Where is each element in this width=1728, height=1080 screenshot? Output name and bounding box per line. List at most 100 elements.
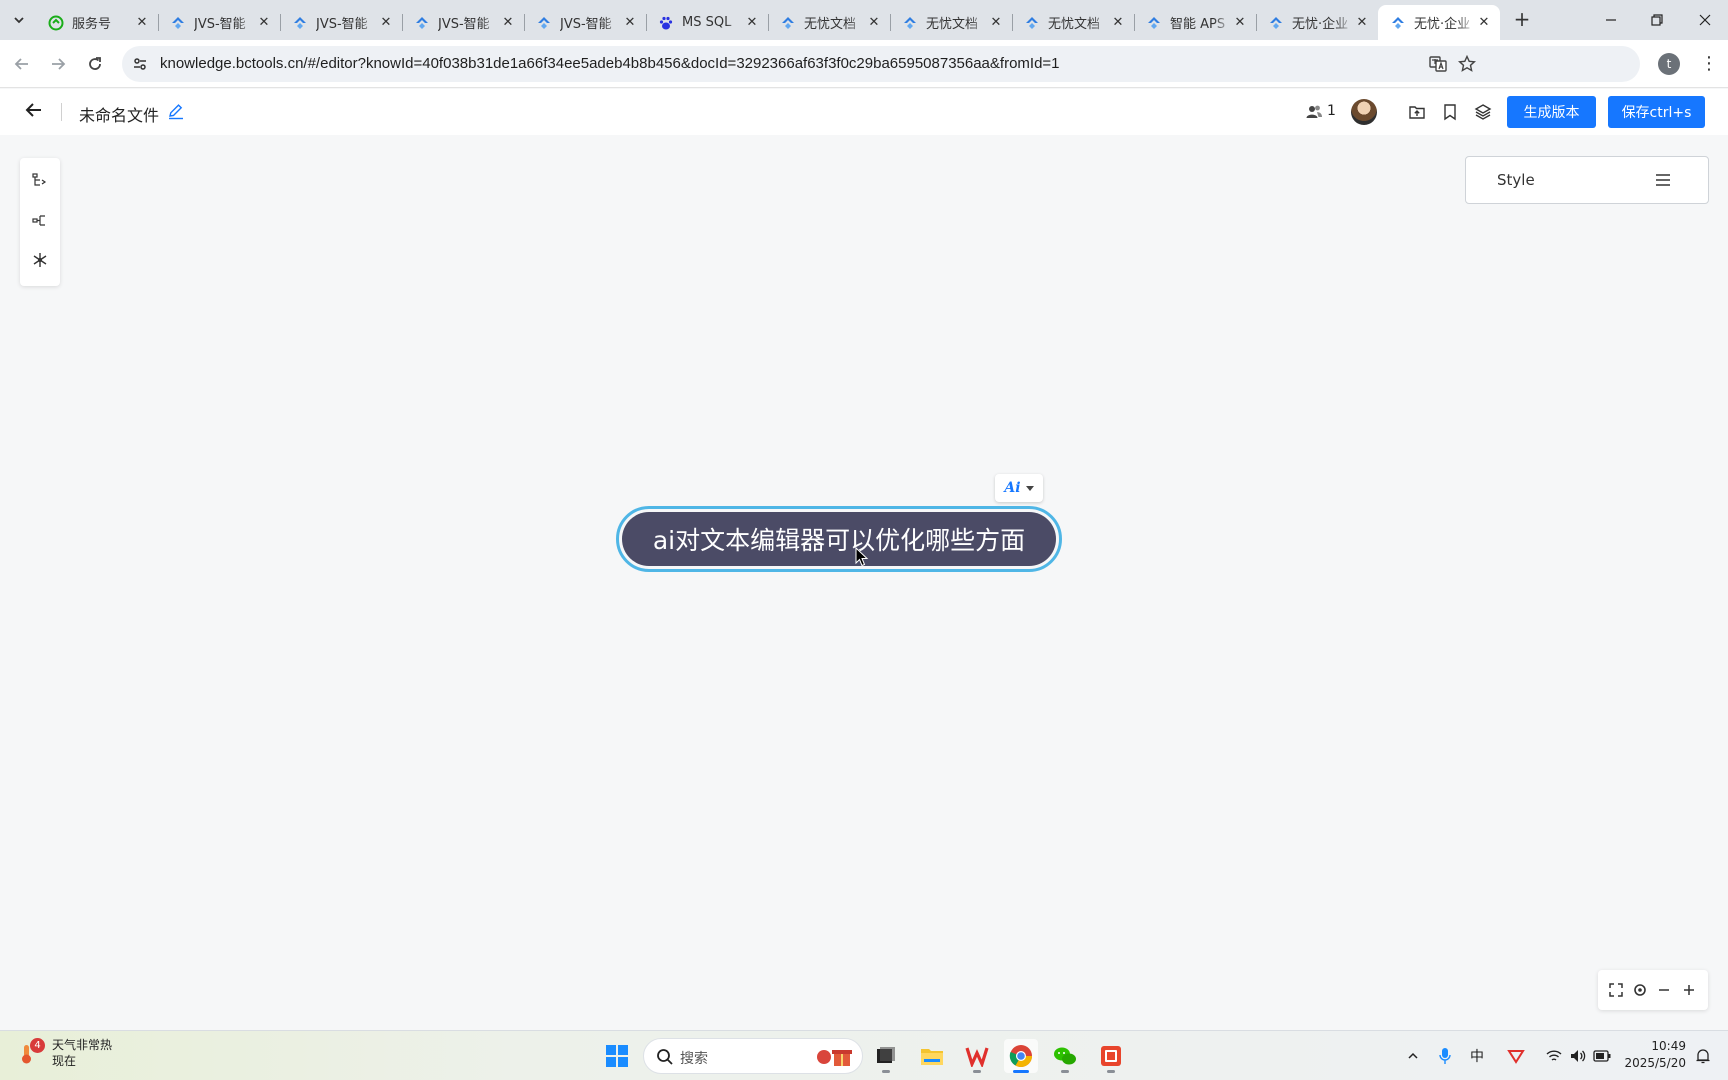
task-view-app-icon[interactable] [869, 1039, 903, 1073]
file-explorer-icon[interactable] [915, 1039, 949, 1073]
close-window-button[interactable] [1682, 0, 1728, 40]
bookmark-icon[interactable] [1439, 101, 1461, 123]
close-tab-icon[interactable]: ✕ [378, 15, 394, 31]
ai-assist-button[interactable]: Ai [995, 474, 1043, 502]
browser-tab[interactable]: 智能 APS ✕ [1134, 5, 1256, 40]
zoom-in-icon[interactable] [1679, 980, 1699, 1000]
document-title: 未命名文件 [79, 106, 160, 125]
browser-tab[interactable]: 无忧文档 ✕ [1012, 5, 1134, 40]
site-info-icon[interactable] [130, 54, 150, 74]
edit-title-pencil-icon[interactable] [167, 102, 185, 120]
url-text: knowledge.bctools.cn/#/editor?knowId=40f… [160, 55, 1060, 72]
root-topic-node[interactable]: ai对文本编辑器可以优化哪些方面 [616, 506, 1062, 572]
tab-title: 无忧·企业 [1292, 17, 1349, 32]
search-icon [657, 1049, 673, 1065]
close-tab-icon[interactable]: ✕ [1476, 15, 1492, 31]
reload-icon[interactable] [83, 52, 107, 76]
thermometer-icon: 4 [18, 1038, 45, 1066]
collaborators-icon[interactable] [1303, 101, 1325, 123]
baidu-paw-icon [658, 15, 674, 31]
wifi-icon[interactable] [1543, 1045, 1565, 1067]
close-tab-icon[interactable]: ✕ [1110, 15, 1126, 31]
collaborators-count: 1 [1327, 103, 1336, 119]
radial-structure-icon[interactable] [28, 248, 52, 272]
close-tab-icon[interactable]: ✕ [1354, 15, 1370, 31]
windows-taskbar: 4 天气非常热 现在 搜索 中 10:49 2025/5/20 [0, 1030, 1728, 1080]
show-hidden-icons-chevron-icon[interactable] [1402, 1045, 1424, 1067]
tab-title: 无忧文档 [1048, 17, 1101, 32]
volume-icon[interactable] [1567, 1045, 1589, 1067]
back-arrow-icon[interactable] [10, 52, 34, 76]
layout-toolbar [20, 158, 60, 286]
jvs-icon [536, 15, 552, 31]
taskbar-search-label: 搜索 [680, 1051, 708, 1067]
browser-tab[interactable]: MS SQL ✕ [646, 5, 768, 40]
browser-tab[interactable]: 无忧·企业 ✕ [1256, 5, 1378, 40]
style-panel[interactable]: Style [1465, 156, 1709, 204]
jvs-icon [1390, 15, 1406, 31]
close-tab-icon[interactable]: ✕ [256, 15, 272, 31]
close-tab-icon[interactable]: ✕ [500, 15, 516, 31]
root-topic-text[interactable]: ai对文本编辑器可以优化哪些方面 [622, 512, 1056, 566]
address-bar[interactable]: knowledge.bctools.cn/#/editor?knowId=40f… [122, 46, 1640, 82]
generate-version-button[interactable]: 生成版本 [1507, 96, 1596, 128]
wechat-icon[interactable] [1048, 1039, 1082, 1073]
battery-icon[interactable] [1591, 1045, 1613, 1067]
browser-tab[interactable]: 无忧·企业 ✕ [1378, 5, 1500, 40]
zoom-controls [1598, 970, 1708, 1010]
close-tab-icon[interactable]: ✕ [1232, 15, 1248, 31]
tab-title: MS SQL [682, 15, 732, 30]
browser-tab[interactable]: JVS-智能 ✕ [158, 5, 280, 40]
user-avatar[interactable] [1351, 99, 1377, 125]
system-clock[interactable]: 10:49 2025/5/20 [1616, 1038, 1686, 1072]
weather-widget[interactable]: 4 天气非常热 现在 [18, 1037, 112, 1069]
microphone-icon[interactable] [1434, 1045, 1456, 1067]
layers-icon[interactable] [1472, 101, 1494, 123]
antivirus-tray-icon[interactable] [1505, 1045, 1527, 1067]
logic-structure-icon[interactable] [28, 168, 52, 192]
browser-tab[interactable]: JVS-智能 ✕ [524, 5, 646, 40]
new-tab-button[interactable]: + [1510, 8, 1534, 32]
close-tab-icon[interactable]: ✕ [134, 15, 150, 31]
gift-banner-icon [817, 1050, 852, 1066]
notification-bell-icon[interactable] [1692, 1045, 1714, 1067]
wps-office-icon[interactable] [960, 1039, 994, 1073]
jvs-icon [780, 15, 796, 31]
red-app-icon[interactable] [1094, 1039, 1128, 1073]
browser-tab[interactable]: JVS-智能 ✕ [402, 5, 524, 40]
wechat-green-icon [48, 15, 64, 31]
browser-tab[interactable]: 无忧文档 ✕ [768, 5, 890, 40]
style-panel-label: Style [1497, 171, 1535, 189]
bookmark-star-icon[interactable] [1457, 54, 1477, 74]
browser-tab[interactable]: 无忧文档 ✕ [890, 5, 1012, 40]
minimize-window-button[interactable] [1588, 0, 1634, 40]
hamburger-menu-icon[interactable] [1652, 169, 1674, 191]
windows-start-icon[interactable] [600, 1039, 634, 1073]
mindmap-canvas[interactable]: Style Ai ai对文本编辑器可以优化哪些方面 [0, 135, 1728, 1030]
close-tab-icon[interactable]: ✕ [866, 15, 882, 31]
ime-indicator[interactable]: 中 [1466, 1045, 1488, 1067]
taskbar-search-box[interactable]: 搜索 [643, 1038, 863, 1074]
close-tab-icon[interactable]: ✕ [988, 15, 1004, 31]
tab-title: 无忧文档 [926, 17, 979, 32]
chrome-browser-icon[interactable] [1004, 1039, 1038, 1073]
browser-tab[interactable]: 服务号 ✕ [36, 5, 158, 40]
mindmap-structure-icon[interactable] [28, 208, 52, 232]
zoom-out-icon[interactable] [1654, 980, 1674, 1000]
translate-icon[interactable] [1428, 54, 1448, 74]
close-tab-icon[interactable]: ✕ [744, 15, 760, 31]
browser-tab[interactable]: JVS-智能 ✕ [280, 5, 402, 40]
tab-title: JVS-智能 [194, 17, 246, 32]
back-button[interactable] [22, 100, 46, 124]
locate-center-icon[interactable] [1630, 980, 1650, 1000]
folder-export-icon[interactable] [1406, 101, 1428, 123]
fullscreen-icon[interactable] [1606, 980, 1626, 1000]
save-button[interactable]: 保存ctrl+s [1608, 96, 1705, 128]
browser-menu-icon[interactable]: ⋮ [1697, 52, 1721, 76]
restore-window-button[interactable] [1634, 0, 1680, 40]
jvs-icon [1146, 15, 1162, 31]
close-tab-icon[interactable]: ✕ [622, 15, 638, 31]
tab-search-chevron-icon[interactable] [8, 9, 30, 31]
forward-arrow-icon[interactable] [46, 52, 70, 76]
profile-avatar[interactable]: t [1658, 53, 1680, 75]
